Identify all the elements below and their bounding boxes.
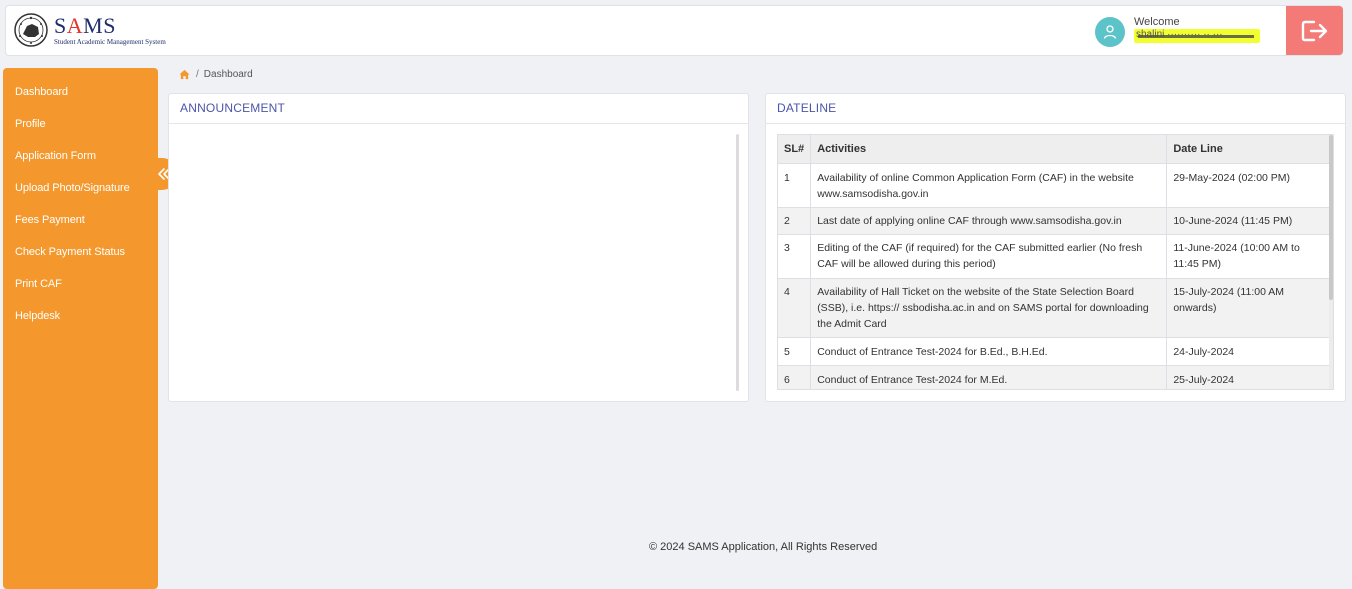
cell-activity: Last date of applying online CAF through…: [810, 207, 1168, 235]
logout-icon: [1301, 20, 1327, 41]
home-icon[interactable]: [179, 69, 190, 80]
cell-date: 29-May-2024 (02:00 PM): [1166, 163, 1331, 208]
logo-title: SAMS: [54, 12, 116, 38]
cell-activity: Availability of Hall Ticket on the websi…: [810, 278, 1168, 338]
cell-date: 10-June-2024 (11:45 PM): [1166, 207, 1331, 235]
welcome-label: Welcome: [1134, 16, 1180, 29]
sidebar-item-profile[interactable]: Profile: [3, 108, 158, 140]
dateline-table-container: SL# Activities Date Line 1 Availability …: [777, 134, 1334, 390]
cell-sl: 3: [778, 234, 812, 279]
table-header-row: SL# Activities Date Line: [778, 135, 1331, 164]
cell-activity: Availability of online Common Applicatio…: [810, 163, 1168, 208]
sams-logo[interactable]: SAMS Student Academic Management System: [14, 12, 166, 48]
cell-activity: Conduct of Entrance Test-2024 for M.Ed.: [810, 365, 1168, 389]
user-icon[interactable]: [1095, 17, 1125, 47]
sidebar-item-fees-payment[interactable]: Fees Payment: [3, 204, 158, 236]
logout-button[interactable]: [1286, 6, 1343, 55]
table-row: 3 Editing of the CAF (if required) for t…: [778, 234, 1331, 279]
breadcrumb-separator: /: [196, 69, 199, 80]
sidebar-menu: Dashboard Profile Application Form Uploa…: [3, 68, 158, 332]
cell-date: 11-June-2024 (10:00 AM to 11:45 PM): [1166, 234, 1331, 279]
breadcrumb: / Dashboard: [179, 69, 253, 80]
announcement-scrollbar[interactable]: [736, 134, 739, 391]
breadcrumb-current: Dashboard: [203, 69, 253, 80]
announcement-title: ANNOUNCEMENT: [169, 94, 748, 124]
cell-date: 24-July-2024: [1166, 337, 1331, 366]
scrollbar-thumb[interactable]: [1329, 135, 1333, 300]
table-row: 1 Availability of online Common Applicat…: [778, 163, 1331, 208]
user-name: shalini ·········· ·· ···: [1134, 29, 1260, 44]
dateline-scrollbar[interactable]: [1329, 135, 1333, 389]
cell-sl: 1: [778, 163, 812, 208]
sidebar: Dashboard Profile Application Form Uploa…: [3, 68, 158, 589]
sidebar-item-check-payment-status[interactable]: Check Payment Status: [3, 236, 158, 268]
odisha-emblem-icon: [14, 13, 48, 47]
logo-subtitle: Student Academic Management System: [54, 37, 166, 46]
table-row: 2 Last date of applying online CAF throu…: [778, 207, 1331, 235]
cell-date: 15-July-2024 (11:00 AM onwards): [1166, 278, 1331, 338]
cell-sl: 2: [778, 207, 812, 235]
dateline-title: DATELINE: [766, 94, 1345, 124]
cell-activity: Editing of the CAF (if required) for the…: [810, 234, 1168, 279]
cell-activity: Conduct of Entrance Test-2024 for B.Ed.,…: [810, 337, 1168, 366]
sidebar-item-helpdesk[interactable]: Helpdesk: [3, 300, 158, 332]
cell-sl: 4: [778, 278, 812, 338]
table-row: 6 Conduct of Entrance Test-2024 for M.Ed…: [778, 365, 1331, 389]
cell-date: 25-July-2024: [1166, 365, 1331, 389]
column-header-date-line: Date Line: [1166, 135, 1331, 164]
top-header: SAMS Student Academic Management System …: [5, 5, 1343, 56]
footer-copyright: © 2024 SAMS Application, All Rights Rese…: [649, 541, 878, 553]
dateline-table: SL# Activities Date Line 1 Availability …: [778, 135, 1331, 389]
table-row: 4 Availability of Hall Ticket on the web…: [778, 278, 1331, 338]
cell-sl: 6: [778, 365, 812, 389]
dateline-card: DATELINE SL# Activities Date Line 1 Avai…: [765, 93, 1346, 402]
user-info[interactable]: Welcome shalini ·········· ·· ···: [1095, 16, 1260, 48]
sidebar-item-print-caf[interactable]: Print CAF: [3, 268, 158, 300]
announcement-body: [169, 125, 748, 401]
sidebar-item-dashboard[interactable]: Dashboard: [3, 76, 158, 108]
column-header-sl: SL#: [778, 135, 812, 164]
cell-sl: 5: [778, 337, 812, 366]
sidebar-item-application-form[interactable]: Application Form: [3, 140, 158, 172]
table-row: 5 Conduct of Entrance Test-2024 for B.Ed…: [778, 337, 1331, 366]
sidebar-item-upload-photo-signature[interactable]: Upload Photo/Signature: [3, 172, 158, 204]
column-header-activities: Activities: [810, 135, 1168, 164]
announcement-card: ANNOUNCEMENT: [168, 93, 749, 402]
